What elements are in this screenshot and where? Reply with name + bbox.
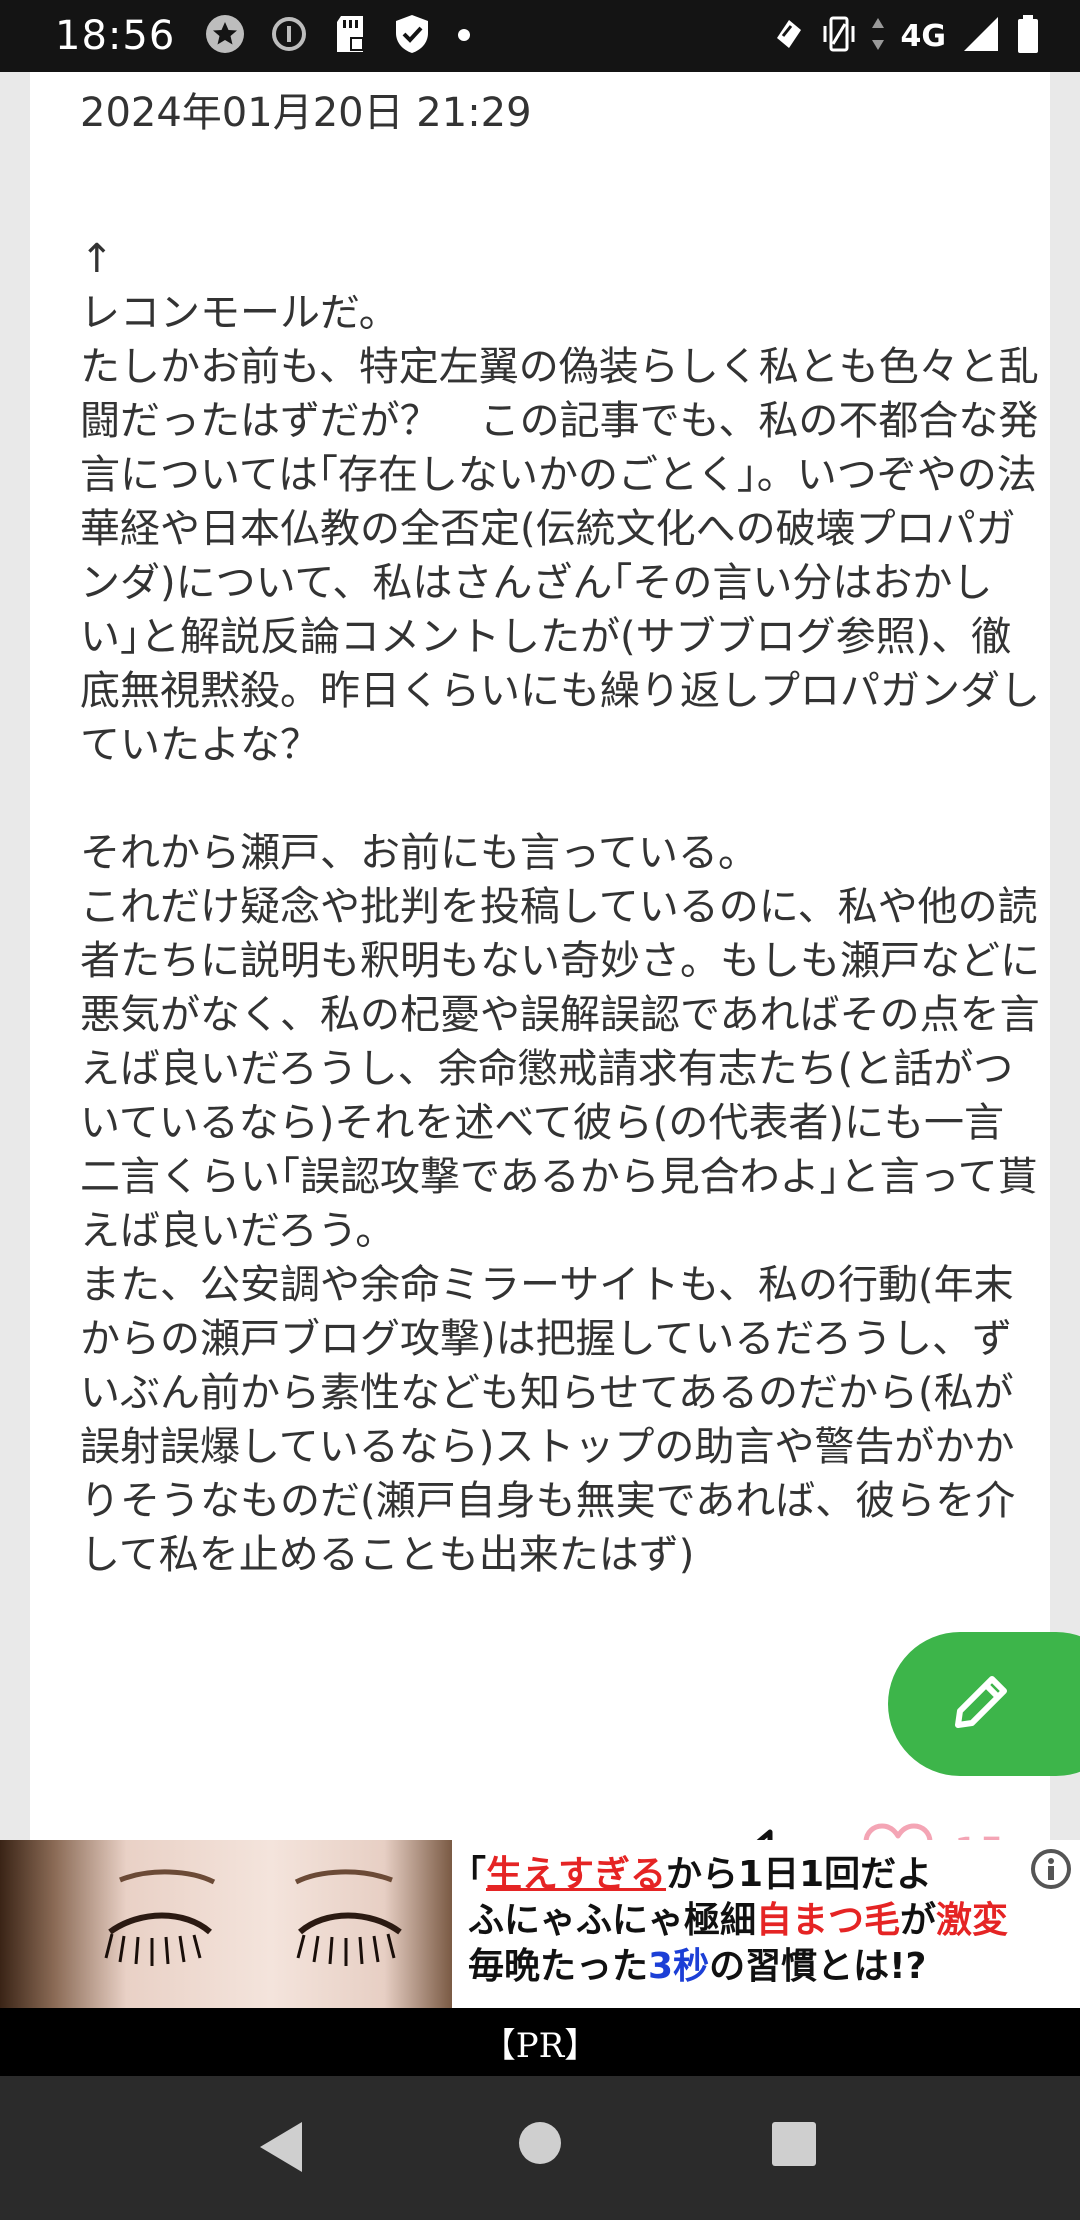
nav-home-button[interactable]	[517, 2120, 563, 2170]
status-system-icons: 4G	[771, 14, 1041, 58]
dot-icon	[457, 27, 471, 46]
status-notification-icons	[205, 13, 471, 59]
ad-image	[0, 1840, 452, 2008]
star-badge-icon	[205, 14, 245, 58]
status-bar: 18:56 4G	[0, 0, 1080, 72]
info-circle-icon	[271, 16, 307, 56]
shield-check-icon	[393, 13, 431, 59]
battery-icon	[1016, 14, 1040, 58]
pr-label: 【PR】	[481, 2025, 599, 2066]
nav-back-button[interactable]	[256, 2120, 306, 2178]
comment-card: 2024年01月20日 21:29 ↑ レコンモールだ。 たしかお前も、特定左翼…	[30, 72, 1050, 1840]
nav-recents-button[interactable]	[770, 2120, 818, 2172]
ad-line-3: 毎晩たった3秒の習慣とは!?	[468, 1946, 927, 1987]
comment-date: 2024年01月20日 21:29	[80, 90, 532, 136]
status-time: 18:56	[55, 13, 176, 59]
nfc-icon	[771, 16, 807, 56]
system-nav-bar	[0, 2076, 1080, 2220]
compose-button[interactable]	[888, 1632, 1080, 1776]
ad-text: ｢生えすぎるから1日1回だよ ふにゃふにゃ極細自まつ毛が激変 毎晩たった3秒の習…	[468, 1852, 1078, 1990]
signal-icon	[962, 15, 1000, 57]
pr-label-bar: 【PR】	[0, 2008, 1080, 2076]
vibrate-icon	[823, 14, 855, 58]
ad-line-1: ｢生えすぎるから1日1回だよ	[468, 1854, 933, 1895]
sd-card-icon	[333, 14, 367, 58]
comment-body: ↑ レコンモールだ。 たしかお前も、特定左翼の偽装らしく私とも色々と乱闘だったは…	[80, 236, 1040, 1578]
pencil-icon	[946, 1667, 1016, 1741]
ad-line-2: ふにゃふにゃ極細自まつ毛が激変	[468, 1900, 1009, 1941]
network-type-label: 4G	[900, 18, 947, 54]
data-arrows-icon	[871, 16, 885, 56]
content-area[interactable]: 2024年01月20日 21:29 ↑ レコンモールだ。 たしかお前も、特定左翼…	[0, 72, 1080, 1887]
ad-banner[interactable]: ｢生えすぎるから1日1回だよ ふにゃふにゃ極細自まつ毛が激変 毎晩たった3秒の習…	[0, 1840, 1080, 2008]
ad-info-icon[interactable]	[1030, 1848, 1072, 1890]
